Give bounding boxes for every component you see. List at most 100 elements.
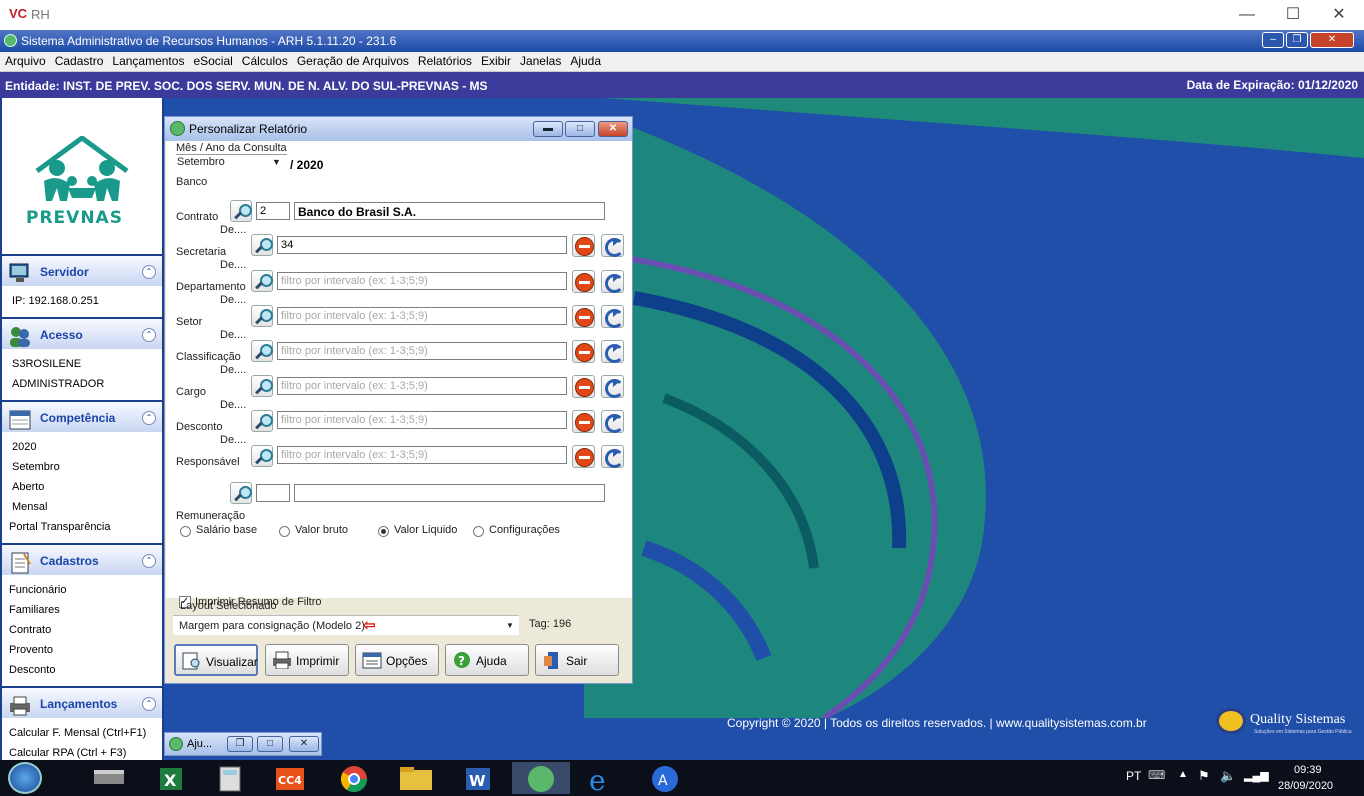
departamento-search-icon[interactable] [251,305,273,327]
collapse-icon[interactable]: ⌃ [142,411,156,425]
setor-search-icon[interactable] [251,340,273,362]
app-restore-icon[interactable]: ❐ [1286,32,1308,48]
sair-button[interactable]: Sair [535,644,619,676]
clock-time[interactable]: 09:39 [1294,764,1322,776]
start-button-icon[interactable] [8,762,42,794]
flag-icon[interactable]: ⚑ [1198,768,1210,784]
menu-exibir[interactable]: Exibir [476,52,515,68]
menu-esocial[interactable]: eSocial [188,52,236,68]
sidebar-item-calcular-mensal[interactable]: Calcular F. Mensal (Ctrl+F1) [9,727,146,739]
dialog-title-bar[interactable]: Personalizar Relatório ▬ □ ✕ [165,117,632,141]
taskbar-app-store-icon[interactable]: A [636,762,694,794]
banco-code-input[interactable]: 2 [256,202,290,220]
help-maximize-icon[interactable]: □ [257,736,283,752]
radio-valor-liquido[interactable] [378,526,389,537]
cadastros-section-header[interactable]: Cadastros ⌃ [2,543,162,575]
app-minimize-icon[interactable]: – [1262,32,1284,48]
cargo-search-icon[interactable] [251,410,273,432]
sidebar-item-contrato[interactable]: Contrato [9,624,51,636]
desconto-clear-icon[interactable] [572,445,595,468]
help-close-icon[interactable]: ✕ [289,736,319,752]
classificacao-search-icon[interactable] [251,375,273,397]
competencia-type[interactable]: Mensal [12,501,47,513]
language-indicator[interactable]: PT [1126,769,1141,783]
collapse-icon[interactable]: ⌃ [142,328,156,342]
maximize-icon[interactable]: ☐ [1270,3,1316,27]
secretaria-refresh-icon[interactable] [601,270,624,293]
collapse-icon[interactable]: ⌃ [142,265,156,279]
dialog-minimize-icon[interactable]: ▬ [533,121,563,137]
competencia-month[interactable]: Setembro [12,461,60,473]
taskbar-explorer-icon[interactable] [386,762,444,794]
menu-relatorios[interactable]: Relatórios [413,52,476,68]
departamento-refresh-icon[interactable] [601,305,624,328]
clock-date[interactable]: 28/09/2020 [1278,780,1333,792]
competencia-section-header[interactable]: Competência ⌃ [2,400,162,432]
responsavel-code-input[interactable] [256,484,290,502]
taskbar-excel-icon[interactable]: X [140,762,198,794]
visualizar-button[interactable]: Visualizar [174,644,258,676]
cargo-refresh-icon[interactable] [601,410,624,433]
dialog-maximize-icon[interactable]: □ [565,121,595,137]
classificacao-refresh-icon[interactable] [601,375,624,398]
speaker-icon[interactable]: 🔈 [1220,768,1236,784]
collapse-icon[interactable]: ⌃ [142,697,156,711]
close-icon[interactable]: ✕ [1316,3,1362,27]
cargo-clear-icon[interactable] [572,410,595,433]
menu-janelas[interactable]: Janelas [515,52,565,68]
portal-transparencia[interactable]: Portal Transparência [9,521,111,533]
lancamentos-section-header[interactable]: Lançamentos ⌃ [2,686,162,718]
contrato-clear-icon[interactable] [572,234,595,257]
imprimir-button[interactable]: Imprimir [265,644,349,676]
taskbar-ie-icon[interactable]: e [574,762,632,796]
departamento-clear-icon[interactable] [572,305,595,328]
layout-dropdown-arrow-icon[interactable]: ▼ [506,621,514,630]
tray-arrow-icon[interactable]: ▲ [1178,769,1188,780]
responsavel-name-input[interactable] [294,484,605,502]
servidor-section-header[interactable]: Servidor ⌃ [2,254,162,286]
secretaria-input[interactable]: filtro por intervalo (ex: 1-3;5;9) [277,272,567,290]
month-select[interactable]: Setembro [177,156,225,168]
taskbar-chrome-icon[interactable] [322,762,380,794]
app-close-icon[interactable]: ✕ [1310,32,1354,48]
minimized-help-window[interactable]: Aju... ❐ □ ✕ [164,732,322,756]
responsavel-search-icon[interactable] [230,482,252,504]
desconto-search-icon[interactable] [251,445,273,467]
sidebar-item-funcionario[interactable]: Funcionário [9,584,66,596]
classificacao-clear-icon[interactable] [572,375,595,398]
contrato-search-icon[interactable] [251,234,273,256]
network-icon[interactable]: ▂▄▆ [1244,769,1269,782]
taskbar-scanner-icon[interactable] [80,762,138,794]
setor-input[interactable]: filtro por intervalo (ex: 1-3;5;9) [277,342,567,360]
help-restore-icon[interactable]: ❐ [227,736,253,752]
menu-lancamentos[interactable]: Lançamentos [107,52,188,68]
competencia-status[interactable]: Aberto [12,481,44,493]
desconto-refresh-icon[interactable] [601,445,624,468]
setor-refresh-icon[interactable] [601,340,624,363]
taskbar-prevnas-app-icon[interactable] [512,762,570,794]
menu-cadastro[interactable]: Cadastro [50,52,108,68]
month-dropdown-arrow-icon[interactable]: ▼ [272,157,281,167]
taskbar-cc4-icon[interactable]: CC4 [260,762,318,794]
radio-configuracoes[interactable] [473,526,484,537]
sidebar-item-calcular-rpa[interactable]: Calcular RPA (Ctrl + F3) [9,747,126,759]
classificacao-input[interactable]: filtro por intervalo (ex: 1-3;5;9) [277,377,567,395]
competencia-year[interactable]: 2020 [12,441,36,453]
sidebar-item-familiares[interactable]: Familiares [9,604,60,616]
desconto-input[interactable]: filtro por intervalo (ex: 1-3;5;9) [277,446,567,464]
cargo-input[interactable]: filtro por intervalo (ex: 1-3;5;9) [277,411,567,429]
radio-valor-bruto[interactable] [279,526,290,537]
sidebar-item-desconto[interactable]: Desconto [9,664,55,676]
secretaria-clear-icon[interactable] [572,270,595,293]
layout-select[interactable]: Margem para consignação (Modelo 2) ⇦ ▼ [173,615,519,635]
sidebar-item-provento[interactable]: Provento [9,644,53,656]
dialog-close-icon[interactable]: ✕ [598,121,628,137]
menu-ajuda[interactable]: Ajuda [565,52,605,68]
ajuda-button[interactable]: ? Ajuda [445,644,529,676]
departamento-input[interactable]: filtro por intervalo (ex: 1-3;5;9) [277,307,567,325]
opcoes-button[interactable]: Opções [355,644,439,676]
radio-salario-base[interactable] [180,526,191,537]
menu-geracao-arquivos[interactable]: Geração de Arquivos [292,52,413,68]
keyboard-icon[interactable]: ⌨ [1148,768,1165,782]
banco-name-input[interactable]: Banco do Brasil S.A. [294,202,605,220]
